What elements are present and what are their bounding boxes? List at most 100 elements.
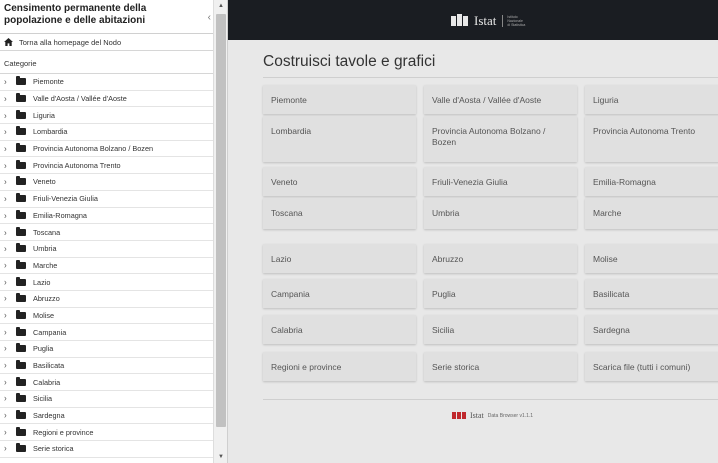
sidebar-item[interactable]: › Friuli-Venezia Giulia: [0, 191, 227, 208]
footer-divider: [263, 399, 718, 400]
chevron-right-icon[interactable]: ›: [4, 160, 12, 170]
chevron-right-icon[interactable]: ›: [4, 394, 12, 404]
chevron-right-icon[interactable]: ›: [4, 311, 12, 321]
chevron-right-icon[interactable]: ›: [4, 127, 12, 137]
chevron-right-icon[interactable]: ›: [4, 94, 12, 104]
sidebar-item-label: Veneto: [33, 177, 56, 187]
region-card[interactable]: Provincia Autonoma Trento: [585, 116, 718, 162]
chevron-right-icon[interactable]: ›: [4, 294, 12, 304]
region-card[interactable]: Puglia: [424, 279, 577, 308]
region-card[interactable]: Scarica file (tutti i comuni): [585, 352, 718, 381]
sidebar-item[interactable]: › Lazio: [0, 274, 227, 291]
folder-icon: [16, 226, 26, 236]
sidebar-item-label: Calabria: [33, 377, 61, 387]
sidebar-item-label: Campania: [33, 327, 67, 337]
sidebar-item-label: Puglia: [33, 344, 54, 354]
region-card[interactable]: Veneto: [263, 167, 416, 196]
chevron-right-icon[interactable]: ›: [4, 377, 12, 387]
region-card[interactable]: Marche: [585, 198, 718, 229]
sidebar-item[interactable]: › Puglia: [0, 341, 227, 358]
sidebar-item-label: Valle d'Aosta / Vallée d'Aoste: [33, 94, 127, 104]
folder-icon: [16, 443, 26, 453]
istat-logo[interactable]: Istat Istituto Nazionale di Statistica: [451, 13, 526, 29]
sidebar-item[interactable]: › Sicilia: [0, 391, 227, 408]
folder-icon: [16, 393, 26, 403]
chevron-right-icon[interactable]: ›: [4, 227, 12, 237]
top-bar: Istat Istituto Nazionale di Statistica: [228, 0, 718, 40]
footer-version: Data Browser v1.1.1: [487, 412, 534, 419]
chevron-right-icon[interactable]: ›: [4, 444, 12, 454]
chevron-right-icon[interactable]: ›: [4, 177, 12, 187]
chevron-right-icon[interactable]: ›: [4, 194, 12, 204]
sidebar-item[interactable]: › Emilia-Romagna: [0, 208, 227, 225]
region-card[interactable]: Lazio: [263, 244, 416, 273]
region-card[interactable]: Sicilia: [424, 315, 577, 344]
region-card[interactable]: Umbria: [424, 198, 577, 229]
home-link-label: Torna alla homepage del Nodo: [19, 37, 122, 47]
chevron-right-icon[interactable]: ›: [4, 210, 12, 220]
region-card[interactable]: Molise: [585, 244, 718, 273]
scrollbar-thumb[interactable]: [216, 14, 226, 427]
scroll-up-icon[interactable]: ▲: [214, 0, 227, 12]
folder-icon: [16, 360, 26, 370]
sidebar-item[interactable]: › Calabria: [0, 374, 227, 392]
chevron-right-icon[interactable]: ›: [4, 327, 12, 337]
sidebar-item[interactable]: › Campania: [0, 324, 227, 341]
sidebar-item[interactable]: › Lombardia: [0, 124, 227, 141]
sidebar-item[interactable]: › Valle d'Aosta / Vallée d'Aoste: [0, 91, 227, 108]
region-card[interactable]: Emilia-Romagna: [585, 167, 718, 196]
sidebar-item-label: Provincia Autonoma Trento: [33, 160, 121, 170]
collapse-icon[interactable]: ‹: [208, 12, 211, 23]
sidebar-scrollbar[interactable]: ▲ ▼: [213, 0, 227, 463]
sidebar-item[interactable]: › Veneto: [0, 174, 227, 191]
region-card[interactable]: Abruzzo: [424, 244, 577, 273]
region-card[interactable]: Lombardia: [263, 116, 416, 162]
region-card[interactable]: Sardegna: [585, 315, 718, 344]
region-card[interactable]: Piemonte: [263, 85, 416, 114]
sidebar-item[interactable]: › Sardegna: [0, 408, 227, 425]
region-card[interactable]: Toscana: [263, 198, 416, 229]
folder-icon: [16, 143, 26, 153]
istat-logo-icon: [451, 14, 469, 26]
folder-icon: [16, 126, 26, 136]
region-card[interactable]: Calabria: [263, 315, 416, 344]
region-card[interactable]: Friuli-Venezia Giulia: [424, 167, 577, 196]
chevron-right-icon[interactable]: ›: [4, 77, 12, 87]
scroll-down-icon[interactable]: ▼: [214, 451, 227, 463]
folder-icon: [16, 326, 26, 336]
region-card[interactable]: Liguria: [585, 85, 718, 114]
sidebar-item[interactable]: › Marche: [0, 258, 227, 275]
sidebar-item[interactable]: › Umbria: [0, 241, 227, 258]
home-link[interactable]: Torna alla homepage del Nodo: [0, 34, 227, 51]
sidebar-item-label: Molise: [33, 310, 55, 320]
sidebar-item-label: Liguria: [33, 110, 55, 120]
folder-icon: [16, 209, 26, 219]
sidebar-item[interactable]: › Abruzzo: [0, 291, 227, 308]
region-card[interactable]: Provincia Autonoma Bolzano / Bozen: [424, 116, 577, 162]
sidebar-item[interactable]: › Serie storica: [0, 441, 227, 458]
sidebar-item[interactable]: › Piemonte: [0, 74, 227, 91]
logo-subtitle: Istituto Nazionale di Statistica: [502, 15, 526, 27]
region-card[interactable]: Serie storica: [424, 352, 577, 381]
chevron-right-icon[interactable]: ›: [4, 277, 12, 287]
chevron-right-icon[interactable]: ›: [4, 427, 12, 437]
region-card[interactable]: Campania: [263, 279, 416, 308]
chevron-right-icon[interactable]: ›: [4, 361, 12, 371]
sidebar-item[interactable]: › Basilicata: [0, 358, 227, 375]
region-card[interactable]: Regioni e province: [263, 352, 416, 381]
chevron-right-icon[interactable]: ›: [4, 260, 12, 270]
sidebar-item[interactable]: › Provincia Autonoma Trento: [0, 157, 227, 175]
region-card[interactable]: Valle d'Aosta / Vallée d'Aoste: [424, 85, 577, 114]
chevron-right-icon[interactable]: ›: [4, 110, 12, 120]
chevron-right-icon[interactable]: ›: [4, 411, 12, 421]
sidebar-item[interactable]: › Toscana: [0, 224, 227, 241]
chevron-right-icon[interactable]: ›: [4, 344, 12, 354]
sidebar-item[interactable]: › Liguria: [0, 107, 227, 125]
sidebar-item-label: Sicilia: [33, 394, 53, 404]
sidebar-item[interactable]: › Regioni e province: [0, 424, 227, 442]
region-card[interactable]: Basilicata: [585, 279, 718, 308]
sidebar-item[interactable]: › Molise: [0, 308, 227, 325]
chevron-right-icon[interactable]: ›: [4, 244, 12, 254]
chevron-right-icon[interactable]: ›: [4, 144, 12, 154]
sidebar-item[interactable]: › Provincia Autonoma Bolzano / Bozen: [0, 141, 227, 158]
